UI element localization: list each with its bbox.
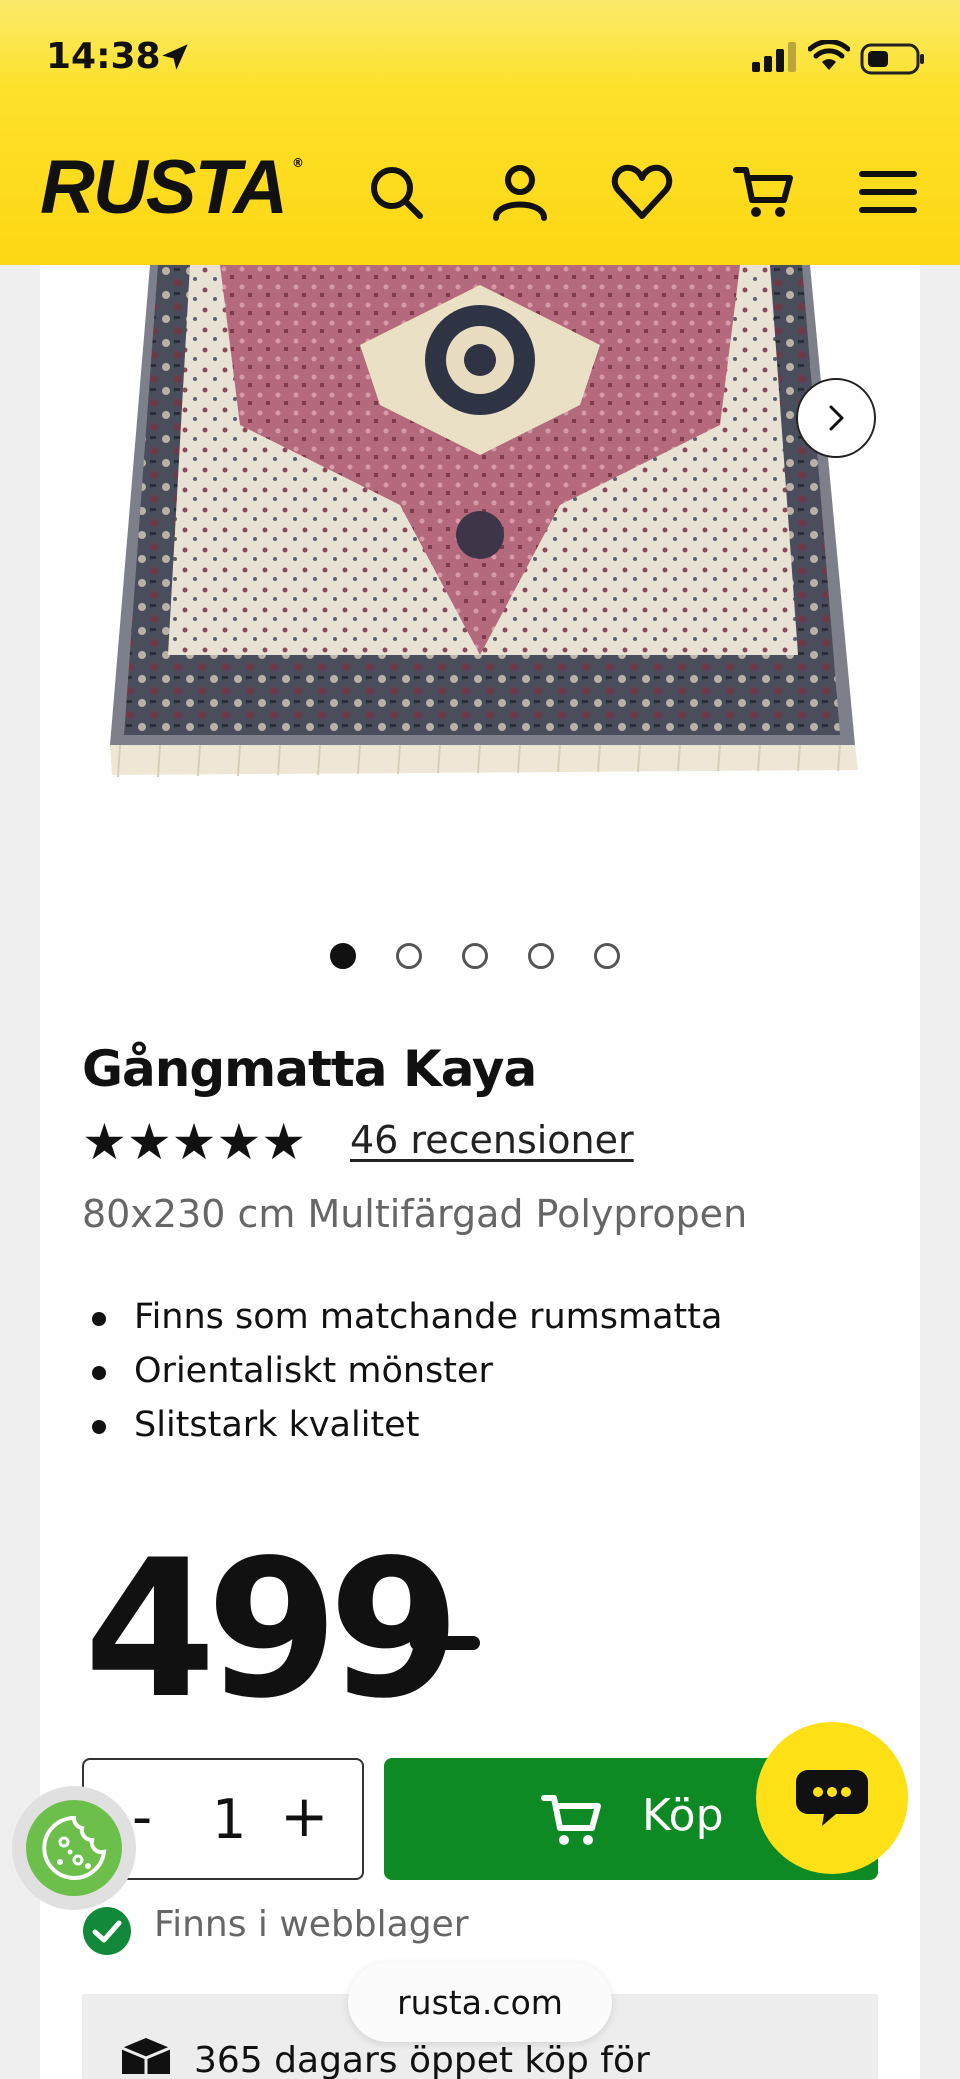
menu-icon[interactable] xyxy=(856,160,920,224)
status-time: 14:38 xyxy=(46,36,161,77)
search-icon[interactable] xyxy=(364,160,428,224)
chat-bubble-icon xyxy=(796,1770,868,1826)
quantity-increase-button[interactable]: + xyxy=(280,1786,329,1846)
rating-stars: ★★★★★ xyxy=(82,1113,307,1171)
product-title: Gångmatta Kaya xyxy=(82,1040,537,1098)
product-image-carousel[interactable] xyxy=(40,265,920,805)
cookie-icon xyxy=(26,1800,122,1896)
returns-text: 365 dagars öppet köp för xyxy=(194,2040,650,2079)
stock-status: Finns i webblager xyxy=(154,1904,469,1945)
carousel-dot-1[interactable] xyxy=(330,943,356,969)
feature-list: Finns som matchande rumsmatta Orientalis… xyxy=(88,1290,722,1452)
chevron-right-icon xyxy=(829,405,844,431)
registered-mark: ® xyxy=(292,156,304,170)
chat-button[interactable] xyxy=(756,1722,908,1874)
heart-icon[interactable] xyxy=(610,160,674,224)
buy-button-label: Köp xyxy=(642,1790,724,1841)
product-image xyxy=(110,265,858,778)
in-stock-check-icon xyxy=(83,1907,131,1955)
carousel-pagination xyxy=(330,943,620,969)
price-dash-mark xyxy=(410,1636,480,1668)
feature-item: Slitstark kvalitet xyxy=(88,1398,722,1452)
carousel-next-button[interactable] xyxy=(796,378,876,458)
battery-icon xyxy=(860,43,924,75)
wifi-icon xyxy=(808,40,850,70)
carousel-dot-3[interactable] xyxy=(462,943,488,969)
location-arrow-icon xyxy=(162,44,188,70)
quantity-value[interactable]: 1 xyxy=(212,1790,246,1850)
rusta-logo[interactable]: RUSTA xyxy=(40,148,288,228)
carousel-dot-2[interactable] xyxy=(396,943,422,969)
browser-url: rusta.com xyxy=(397,1982,563,2022)
cookie-settings-button[interactable] xyxy=(12,1786,136,1910)
reviews-link[interactable]: 46 recensioner xyxy=(350,1118,634,1162)
product-subtitle: 80x230 cm Multifärgad Polypropen xyxy=(82,1192,748,1236)
carousel-dot-4[interactable] xyxy=(528,943,554,969)
site-header: 14:38 RUSTA ® xyxy=(0,0,960,265)
browser-url-bar[interactable]: rusta.com xyxy=(348,1962,612,2042)
cellular-signal-icon xyxy=(752,42,796,72)
product-price: 499 xyxy=(84,1519,461,1740)
cart-icon[interactable] xyxy=(732,160,796,224)
feature-item: Orientaliskt mönster xyxy=(88,1344,722,1398)
feature-item: Finns som matchande rumsmatta xyxy=(88,1290,722,1344)
carousel-dot-5[interactable] xyxy=(594,943,620,969)
package-icon xyxy=(121,2038,171,2074)
cart-icon xyxy=(541,1795,601,1845)
account-icon[interactable] xyxy=(488,160,552,224)
